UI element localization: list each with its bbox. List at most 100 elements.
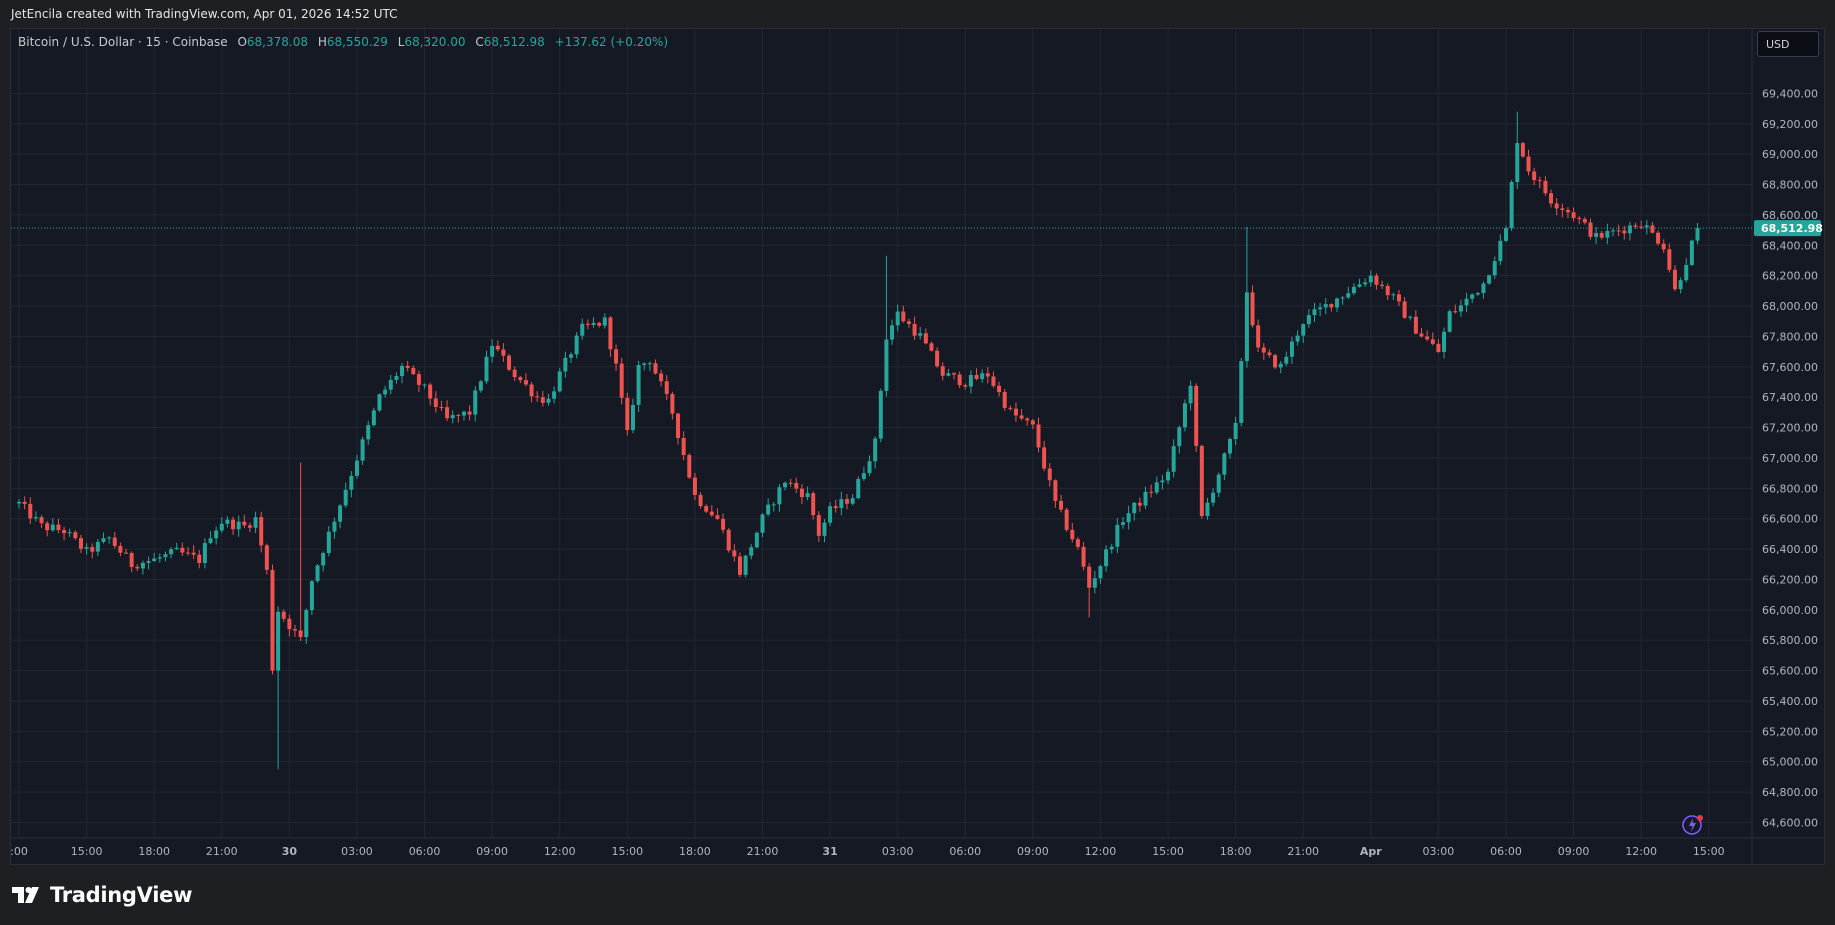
candle-body (95, 541, 100, 552)
candle-body (1577, 218, 1582, 220)
candle-body (309, 581, 314, 611)
candle-body (850, 498, 855, 504)
candle-body (1644, 225, 1649, 228)
candle-body (1594, 233, 1599, 237)
price-tick-label: 69,000.00 (1762, 148, 1818, 161)
time-tick-label: 18:00 (679, 845, 711, 858)
time-tick-label: 06:00 (409, 845, 441, 858)
candle-body (84, 547, 89, 549)
candle-body (957, 374, 962, 386)
currency-selector[interactable]: USD (1757, 31, 1819, 57)
candle-body (664, 381, 669, 394)
candle-body (1402, 301, 1407, 318)
candle-body (1318, 307, 1323, 310)
candle-body (721, 518, 726, 530)
candle-body (878, 390, 883, 439)
candle-body (1622, 230, 1627, 234)
price-tick-label: 66,400.00 (1762, 543, 1818, 556)
close-value: 68,512.98 (483, 35, 545, 49)
candle-body (101, 538, 106, 542)
price-chart[interactable]: 64,600.00 64,800.00 65,000.00 65,200.00 65,4… (0, 0, 1835, 925)
candle-body (540, 397, 545, 403)
candle-body (1306, 315, 1311, 325)
candle-body (315, 565, 320, 582)
symbol-title[interactable]: Bitcoin / U.S. Dollar · 15 · Coinbase (18, 35, 228, 49)
change-value: +137.62 (+0.20%) (554, 35, 669, 49)
candle-body (501, 349, 506, 356)
candle-body (428, 384, 433, 399)
candle-body (174, 547, 179, 550)
time-tick-label: :00 (10, 845, 28, 858)
time-tick-label: Apr (1360, 845, 1382, 858)
candle-body (202, 542, 207, 564)
candle-body (490, 345, 495, 357)
price-tick-label: 64,800.00 (1762, 786, 1818, 799)
candle-body (169, 549, 174, 555)
candle-body (1267, 352, 1272, 356)
candle-body (78, 538, 83, 549)
candle-body (608, 317, 613, 350)
candle-body (1374, 275, 1379, 285)
candle-body (585, 323, 590, 325)
candle-body (816, 515, 821, 536)
candle-body (1351, 286, 1356, 294)
candle-body (963, 385, 968, 387)
candle-body (17, 501, 22, 504)
candle-body (1222, 453, 1227, 475)
candle-body (1385, 286, 1390, 296)
candle-body (1278, 363, 1283, 368)
candle-body (124, 552, 129, 554)
candle-body (73, 532, 78, 539)
logo-text: TradingView (50, 883, 193, 907)
candle-body (630, 404, 635, 431)
tradingview-logo[interactable]: TradingView (12, 882, 192, 908)
candle-body (890, 325, 895, 340)
candle-body (1166, 471, 1171, 481)
candle-body (1087, 566, 1092, 588)
candle-body (760, 514, 765, 533)
candle-body (1487, 275, 1492, 284)
candle-body (1492, 261, 1497, 276)
candle-body (157, 557, 162, 559)
candle-body (1537, 180, 1542, 182)
candle-body (923, 333, 928, 344)
candle-body (535, 396, 540, 398)
candle-body (985, 373, 990, 377)
candle-body (602, 317, 607, 326)
candle-body (1346, 293, 1351, 298)
candle-body (518, 377, 523, 381)
candle-body (1042, 447, 1047, 469)
candle-body (704, 506, 709, 512)
time-tick-label: 15:00 (1693, 845, 1725, 858)
candle-body (1216, 474, 1221, 493)
time-tick-label: 18:00 (138, 845, 170, 858)
candle-body (1211, 492, 1216, 503)
candle-body (788, 482, 793, 484)
candle-body (1582, 218, 1587, 223)
candle-body (140, 562, 145, 569)
candle-body (1098, 566, 1103, 579)
price-tick-label: 64,600.00 (1762, 817, 1818, 830)
candle-body (968, 375, 973, 387)
candle-body (242, 521, 247, 526)
candle-body (343, 489, 348, 506)
time-tick-label: 15:00 (611, 845, 643, 858)
candle-body (546, 398, 551, 403)
candle-body (1059, 500, 1064, 510)
price-tick-label: 65,800.00 (1762, 634, 1818, 647)
candle-body (388, 379, 393, 390)
candle-body (405, 365, 410, 368)
candle-body (754, 532, 759, 548)
price-tick-label: 67,000.00 (1762, 452, 1818, 465)
time-tick-label: 12:00 (544, 845, 576, 858)
candle-body (1160, 480, 1165, 483)
candle-body (1171, 446, 1176, 472)
candle-body (1312, 309, 1317, 316)
open-value: 68,378.08 (246, 35, 308, 49)
price-tick-label: 69,400.00 (1762, 87, 1818, 100)
candle-body (1453, 311, 1458, 313)
candle-body (1008, 407, 1013, 409)
candle-body (670, 393, 675, 414)
sparkle-icon[interactable] (1680, 814, 1706, 836)
candle-body (293, 629, 298, 631)
